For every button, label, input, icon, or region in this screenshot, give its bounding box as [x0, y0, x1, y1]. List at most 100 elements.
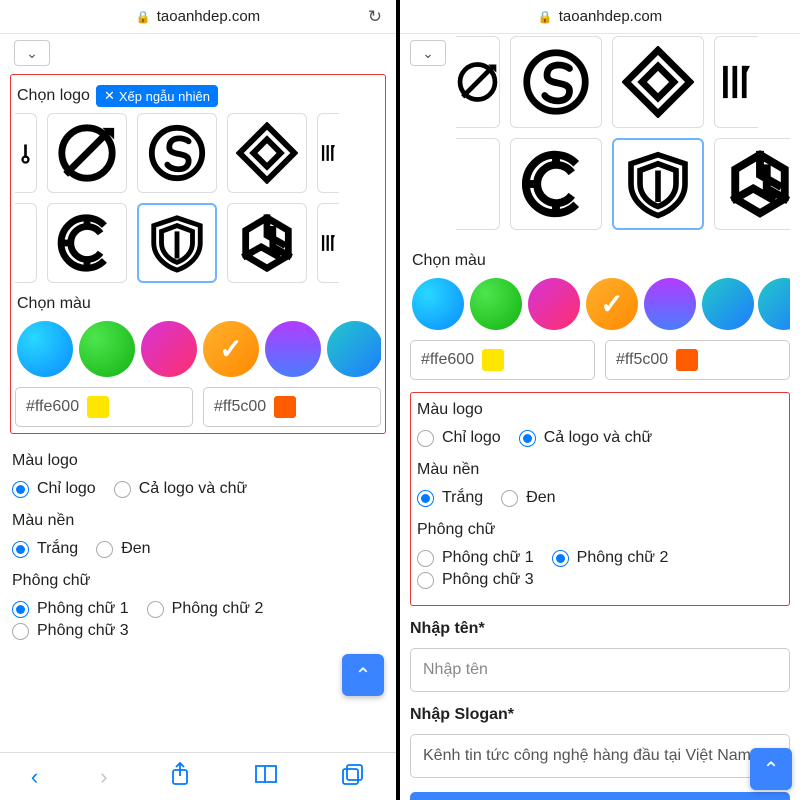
radio-option[interactable]: Trắng [12, 540, 78, 558]
logo-row-1 [15, 113, 381, 193]
hex-input-2[interactable]: #ff5c00 [203, 387, 381, 427]
collapse-toggle[interactable]: ⌄ [14, 40, 50, 66]
color-swatch-cyan-blue[interactable] [412, 278, 464, 330]
radio-option[interactable]: Cả logo và chữ [519, 429, 653, 447]
radio-option[interactable]: Phông chữ 2 [552, 549, 669, 567]
radio-icon [147, 601, 164, 618]
logo-option[interactable] [47, 203, 127, 283]
color-swatch-orange-check[interactable] [203, 321, 259, 377]
address-bar: 🔒 taoanhdep.com ↻ [0, 0, 396, 34]
logo-row-2 [15, 203, 381, 283]
logo-color-title: Màu logo [12, 452, 384, 470]
back-button[interactable]: ‹ [31, 764, 38, 790]
bg-title: Màu nền [12, 512, 384, 530]
logo-option[interactable] [510, 138, 602, 230]
radio-icon [417, 430, 434, 447]
radio-label: Phông chữ 2 [172, 600, 264, 618]
radio-icon [96, 541, 113, 558]
color-swatch-orange-check[interactable] [586, 278, 638, 330]
forward-button: › [100, 764, 107, 790]
radio-option[interactable]: Đen [96, 540, 150, 558]
hex-chip [482, 349, 504, 371]
right-screenshot: 🔒 taoanhdep.com ⌄ C [400, 0, 800, 800]
color-swatch-green[interactable] [79, 321, 135, 377]
radio-option[interactable]: Cả logo và chữ [114, 480, 248, 498]
color-swatch-partial[interactable] [758, 278, 790, 330]
logo-option[interactable] [317, 113, 339, 193]
color-swatch-teal-blue[interactable] [327, 321, 381, 377]
highlight-box: Chọn logo ✕Xếp ngẫu nhiên Chọn màu #ffe [10, 74, 386, 434]
color-swatch-purple-gradient[interactable] [644, 278, 696, 330]
left-screenshot: 🔒 taoanhdep.com ↻ ⌄ Chọn logo ✕ Xếp ngẫu … [0, 0, 400, 800]
slogan-input[interactable]: Kênh tin tức công nghệ hàng đầu tại Việt… [410, 734, 790, 778]
hex-input-1[interactable]: #ffe600 [15, 387, 193, 427]
radio-option[interactable]: Phông chữ 3 [417, 571, 534, 589]
color-swatch-teal-blue[interactable] [702, 278, 754, 330]
radio-option[interactable]: Trắng [417, 489, 483, 507]
share-icon[interactable] [169, 761, 191, 793]
chevron-down-icon: ⌄ [422, 45, 434, 62]
color-swatch-pink-magenta[interactable] [528, 278, 580, 330]
chevron-up-icon: ⌃ [763, 757, 780, 782]
radio-icon [417, 490, 434, 507]
logo-option[interactable] [456, 36, 500, 128]
radio-option[interactable]: Phông chữ 3 [12, 622, 129, 640]
create-button[interactable]: ✂Tạo ảnh [410, 792, 790, 800]
shuffle-button[interactable]: ✕ Xếp ngẫu nhiên [96, 85, 218, 107]
color-swatch-green[interactable] [470, 278, 522, 330]
color-swatch-cyan-blue[interactable] [17, 321, 73, 377]
logo-option[interactable] [15, 203, 37, 283]
radio-icon [417, 550, 434, 567]
name-label: Nhập tên* [410, 620, 790, 638]
choose-color-title: Chọn màu [17, 295, 381, 313]
name-input[interactable]: Nhập tên [410, 648, 790, 692]
logo-option[interactable] [47, 113, 127, 193]
radio-label: Chỉ logo [442, 429, 501, 447]
reload-icon[interactable]: ↻ [368, 7, 382, 27]
chevron-up-icon: ⌃ [355, 663, 372, 688]
hex-chip [87, 396, 109, 418]
hex-value: #ffe600 [26, 398, 79, 416]
logo-option[interactable] [227, 203, 307, 283]
hex-value: #ff5c00 [214, 398, 266, 416]
radio-option[interactable]: Phông chữ 1 [417, 549, 534, 567]
radio-option[interactable]: Đen [501, 489, 555, 507]
shuffle-icon: ✕ [104, 88, 115, 104]
color-swatch-purple-gradient[interactable] [265, 321, 321, 377]
collapse-toggle[interactable]: ⌄ [410, 40, 446, 66]
logo-option-selected[interactable] [137, 203, 217, 283]
radio-icon [12, 481, 29, 498]
logo-option[interactable] [612, 36, 704, 128]
address-bar: 🔒 taoanhdep.com [400, 0, 800, 34]
logo-option[interactable] [714, 36, 758, 128]
shuffle-label: Xếp ngẫu nhiên [119, 89, 210, 104]
choose-logo-title: Chọn logo [17, 87, 90, 105]
logo-option[interactable] [510, 36, 602, 128]
logo-option[interactable] [227, 113, 307, 193]
logo-option[interactable] [456, 138, 500, 230]
logo-option-selected[interactable] [612, 138, 704, 230]
logo-option[interactable] [15, 113, 37, 193]
logo-option[interactable] [317, 203, 339, 283]
radio-label: Phông chữ 2 [577, 549, 669, 567]
logo-option[interactable] [714, 138, 790, 230]
bookmarks-icon[interactable] [253, 763, 279, 791]
tabs-icon[interactable] [341, 763, 365, 791]
radio-option[interactable]: Phông chữ 2 [147, 600, 264, 618]
hex-input-2[interactable]: #ff5c00 [605, 340, 790, 380]
chevron-down-icon: ⌄ [26, 45, 38, 62]
radio-option[interactable]: Chỉ logo [12, 480, 96, 498]
hex-input-1[interactable]: #ffe600 [410, 340, 595, 380]
scroll-top-button[interactable]: ⌃ [342, 654, 384, 696]
radio-label: Phông chữ 3 [442, 571, 534, 589]
radio-label: Trắng [37, 540, 78, 558]
radio-option[interactable]: Phông chữ 1 [12, 600, 129, 618]
logo-option[interactable] [137, 113, 217, 193]
color-swatch-pink-magenta[interactable] [141, 321, 197, 377]
scroll-top-button[interactable]: ⌃ [750, 748, 792, 790]
bg-title: Màu nền [417, 461, 783, 479]
hex-chip [274, 396, 296, 418]
radio-option[interactable]: Chỉ logo [417, 429, 501, 447]
radio-label: Cả logo và chữ [544, 429, 653, 447]
radio-label: Phông chữ 1 [37, 600, 129, 618]
